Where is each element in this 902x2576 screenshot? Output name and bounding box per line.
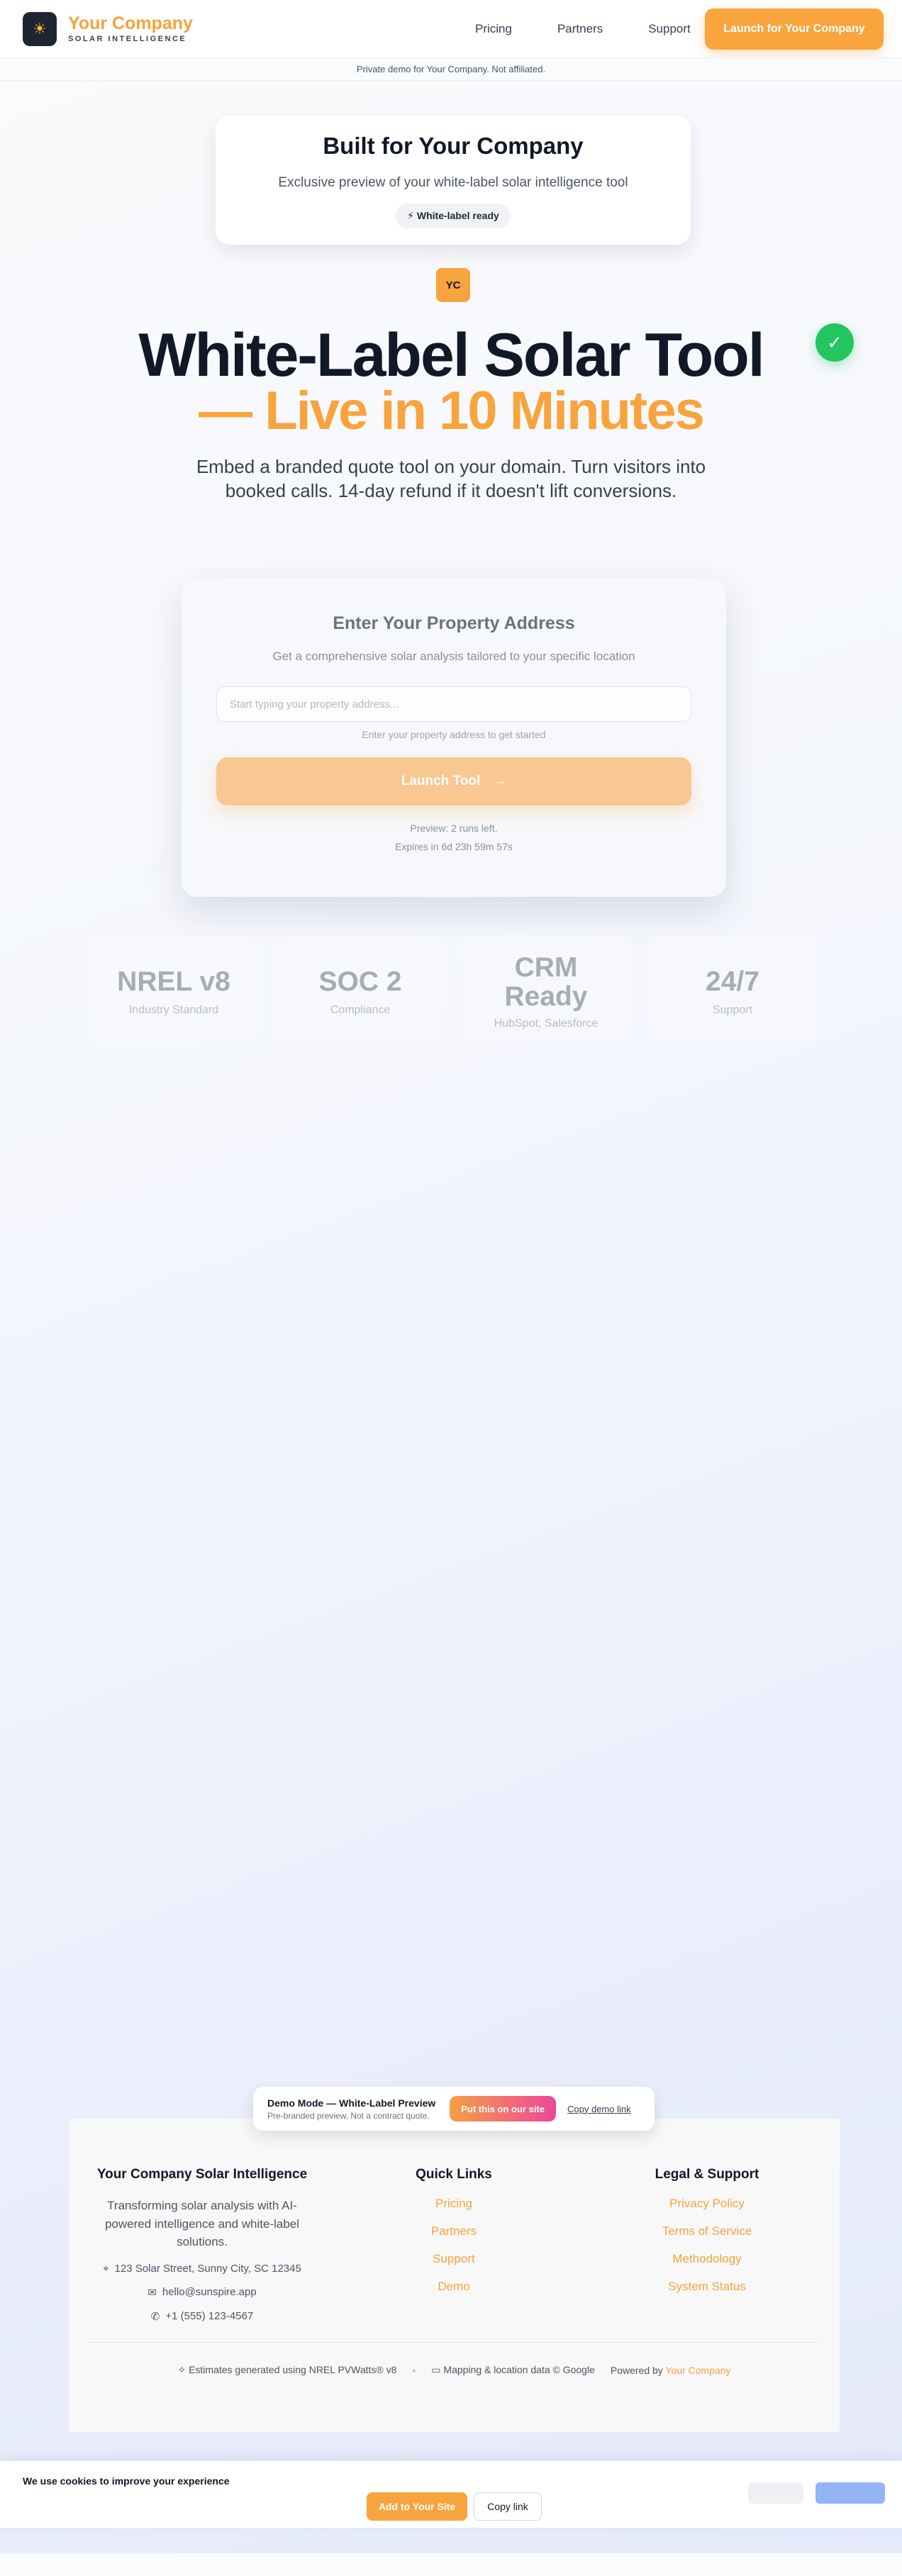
demo-mode-text: Demo Mode — White-Label Preview Pre-bran… <box>267 2097 435 2121</box>
stat-label: Support <box>712 1003 753 1016</box>
demo-mode-title: Demo Mode — White-Label Preview <box>267 2097 436 2109</box>
brand-name[interactable]: Your Company <box>68 13 193 34</box>
hero-subtitle: Embed a branded quote tool on your domai… <box>196 456 706 501</box>
maps-text: Mapping & location data © Google <box>443 2364 595 2375</box>
stat-label: Compliance <box>330 1003 391 1016</box>
footer-phone[interactable]: ✆ +1 (555) 123-4567 <box>89 2310 316 2323</box>
cookie-banner: We use cookies to improve your experienc… <box>0 2460 902 2528</box>
preview-runs-left: Preview: 2 runs left. <box>410 823 498 834</box>
quick-links-title: Quick Links <box>416 2167 492 2182</box>
stat-label: HubSpot, Salesforce <box>494 1017 598 1030</box>
copy-link-button[interactable]: Copy link <box>474 2492 542 2521</box>
stat-value: CRM Ready <box>504 952 588 1012</box>
built-for-subtitle: Exclusive preview of your white-label so… <box>278 175 628 190</box>
powered-by-brand[interactable]: Your Company <box>665 2365 730 2376</box>
address-card: Enter Your Property Address Get a compre… <box>182 578 726 897</box>
powered-by: Powered by Your Company <box>611 2365 731 2376</box>
address-card-subtitle: Get a comprehensive solar analysis tailo… <box>272 649 635 663</box>
footer-link-status[interactable]: System Status <box>629 2280 785 2294</box>
stat-crm: CRM Ready HubSpot, Salesforce <box>461 936 631 1042</box>
stat-nrel: NREL v8 Industry Standard <box>89 936 259 1042</box>
stat-value: SOC 2 <box>318 966 402 997</box>
cookie-text: We use cookies to improve your experienc… <box>23 2475 230 2487</box>
stat-value: 24/7 <box>706 966 759 997</box>
mail-icon: ✉ <box>147 2286 157 2299</box>
bottom-strip <box>0 2553 902 2576</box>
site-header: ☀ Your Company SOLAR INTELLIGENCE Pricin… <box>0 0 902 58</box>
brand-tagline: SOLAR INTELLIGENCE <box>68 35 187 44</box>
add-to-site-button[interactable]: Add to Your Site <box>367 2492 467 2521</box>
company-initials-avatar: YC <box>436 268 470 302</box>
footer-link-support[interactable]: Support <box>383 2252 525 2266</box>
footer-address: ⌖ 123 Solar Street, Sunny City, SC 12345 <box>89 2263 316 2275</box>
nrel-text: Estimates generated using NREL PVWatts® … <box>189 2364 397 2375</box>
demo-mode-subtitle: Pre-branded preview. Not a contract quot… <box>267 2110 430 2121</box>
powered-by-prefix: Powered by <box>610 2364 663 2376</box>
footer-quick-links: Quick Links Pricing Partners Support Dem… <box>383 2167 525 2307</box>
phone-icon: ✆ <box>150 2310 160 2323</box>
footer-phone-text[interactable]: +1 (555) 123-4567 <box>165 2310 253 2322</box>
cookie-secondary-button[interactable] <box>748 2482 803 2504</box>
arrow-right-icon: → <box>493 774 507 788</box>
nav-partners[interactable]: Partners <box>557 22 603 36</box>
hero-title-accent: — Live in 10 Minutes <box>199 381 705 441</box>
stat-value: NREL v8 <box>117 966 230 997</box>
separator-dot: • <box>412 2364 416 2376</box>
footer-company-title: Your Company Solar Intelligence <box>96 2167 308 2182</box>
footer-link-methodology[interactable]: Methodology <box>629 2252 785 2266</box>
expiry-countdown: Expires in 6d 23h 59m 57s <box>395 841 513 852</box>
hero-title: White-Label Solar Tool <box>138 321 764 389</box>
stat-label: Industry Standard <box>128 1003 219 1016</box>
launch-tool-button[interactable]: Launch Tool → <box>216 757 691 805</box>
footer-bottom: ✧ Estimates generated using NREL PVWatts… <box>69 2364 840 2376</box>
address-input[interactable] <box>216 686 691 722</box>
sparkle-icon: ✧ <box>177 2364 186 2375</box>
stat-support: 24/7 Support <box>647 936 818 1042</box>
footer-company-desc: Transforming solar analysis with AI-powe… <box>104 2199 300 2248</box>
launch-tool-label: Launch Tool <box>401 774 481 788</box>
put-on-site-button[interactable]: Put this on our site <box>450 2096 556 2121</box>
footer-email-text[interactable]: hello@sunspire.app <box>162 2286 257 2298</box>
main-nav: Pricing Partners Support <box>475 0 691 58</box>
nrel-attribution: ✧ Estimates generated using NREL PVWatts… <box>177 2364 396 2376</box>
footer-address-text: 123 Solar Street, Sunny City, SC 12345 <box>114 2262 301 2275</box>
brand[interactable]: Your Company SOLAR INTELLIGENCE <box>68 13 193 44</box>
stat-soc2: SOC 2 Compliance <box>275 936 445 1042</box>
footer-legal: Legal & Support Privacy Policy Terms of … <box>629 2167 785 2307</box>
nav-support[interactable]: Support <box>648 22 691 36</box>
legal-title: Legal & Support <box>655 2167 759 2182</box>
copy-demo-link[interactable]: Copy demo link <box>567 2104 631 2114</box>
built-for-card: Built for Your Company Exclusive preview… <box>216 116 691 245</box>
footer-link-terms[interactable]: Terms of Service <box>629 2224 785 2238</box>
launch-for-company-button[interactable]: Launch for Your Company <box>705 9 884 50</box>
built-for-title: Built for Your Company <box>323 133 584 159</box>
demo-notice: Private demo for Your Company. Not affil… <box>0 58 902 81</box>
address-hint: Enter your property address to get start… <box>362 729 546 740</box>
footer-divider <box>89 2342 819 2343</box>
map-pin-icon: ⌖ <box>103 2262 109 2275</box>
white-label-badge: ⚡ White-label ready <box>396 203 511 228</box>
footer-link-pricing[interactable]: Pricing <box>383 2197 525 2211</box>
footer-link-privacy[interactable]: Privacy Policy <box>629 2197 785 2211</box>
site-footer: Your Company Solar Intelligence Transfor… <box>69 2119 840 2432</box>
demo-mode-bar: Demo Mode — White-Label Preview Pre-bran… <box>253 2087 655 2131</box>
cookie-accept-button[interactable] <box>815 2482 885 2504</box>
maps-attribution: ▭ Mapping & location data © Google <box>431 2364 595 2376</box>
map-icon: ▭ <box>431 2364 441 2375</box>
nav-pricing[interactable]: Pricing <box>475 22 512 36</box>
footer-link-partners[interactable]: Partners <box>383 2224 525 2238</box>
footer-email[interactable]: ✉ hello@sunspire.app <box>89 2286 316 2299</box>
sun-icon[interactable]: ☀ <box>23 11 57 46</box>
footer-company: Your Company Solar Intelligence Transfor… <box>89 2167 316 2323</box>
footer-link-demo[interactable]: Demo <box>383 2280 525 2294</box>
address-card-title: Enter Your Property Address <box>333 613 575 633</box>
